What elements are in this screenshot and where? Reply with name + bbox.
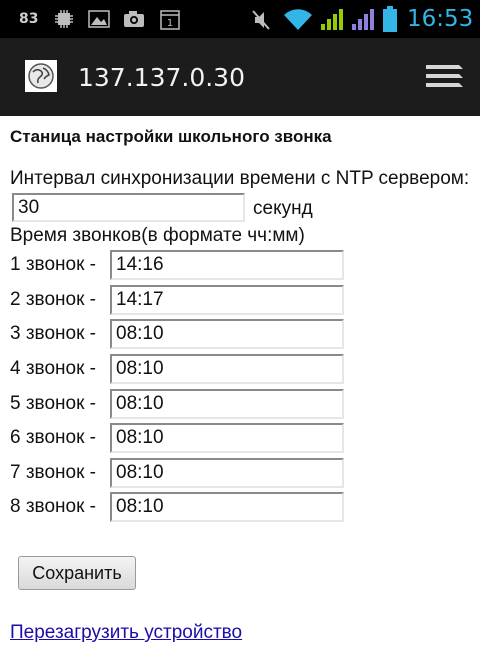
calendar-icon: 1 <box>160 10 180 30</box>
bell-row: 7 звонок - <box>10 458 350 488</box>
status-bar: 83 1 16:53 <box>0 0 480 38</box>
svg-text:1: 1 <box>167 18 173 29</box>
globe-icon <box>25 60 57 92</box>
bell-time-input[interactable] <box>110 389 344 419</box>
reboot-device-link[interactable]: Перезагрузить устройство <box>10 622 242 644</box>
bell-time-input[interactable] <box>110 319 344 349</box>
bell-row: 3 звонок - <box>10 319 350 349</box>
wifi-icon <box>284 9 312 31</box>
bell-row: 2 звонок - <box>10 285 350 315</box>
chip-icon <box>55 10 73 28</box>
menu-icon[interactable] <box>424 62 464 92</box>
bell-label: 8 звонок - <box>10 496 96 517</box>
bell-row: 5 звонок - <box>10 389 350 419</box>
bell-row: 8 звонок - <box>10 492 350 522</box>
battery-icon <box>383 6 397 32</box>
bell-label: 6 звонок - <box>10 427 96 448</box>
clock: 16:53 <box>407 6 474 32</box>
image-icon <box>88 10 110 28</box>
bell-row: 4 звонок - <box>10 354 350 384</box>
sync-interval-unit: секунд <box>253 198 313 219</box>
bell-time-input[interactable] <box>110 250 344 280</box>
bell-row: 1 звонок - <box>10 250 350 280</box>
bell-time-input[interactable] <box>110 354 344 384</box>
bell-time-input[interactable] <box>110 492 344 522</box>
url-display[interactable]: 137.137.0.30 <box>78 38 245 116</box>
sync-interval-label: Интервал синхронизации времени с NTP сер… <box>10 168 470 189</box>
bell-label: 4 звонок - <box>10 358 96 379</box>
bell-label: 3 звонок - <box>10 323 96 344</box>
page-title: Станица настройки школьного звонка <box>10 127 332 146</box>
bell-time-input[interactable] <box>110 423 344 453</box>
notification-count: 83 <box>19 11 39 27</box>
bell-label: 7 звонок - <box>10 462 96 483</box>
save-button[interactable]: Сохранить <box>18 556 136 590</box>
bell-label: 1 звонок - <box>10 254 96 275</box>
bell-label: 5 звонок - <box>10 393 96 414</box>
bell-time-input[interactable] <box>110 458 344 488</box>
sync-interval-input[interactable] <box>12 193 245 222</box>
camera-icon <box>124 11 144 27</box>
bell-row: 6 звонок - <box>10 423 350 453</box>
bell-label: 2 звонок - <box>10 289 96 310</box>
signal-icon <box>352 9 374 30</box>
bell-time-input[interactable] <box>110 285 344 315</box>
bells-time-label: Время звонков(в формате чч:мм) <box>10 225 305 246</box>
browser-title-bar: 137.137.0.30 <box>0 38 480 116</box>
mute-icon <box>252 10 270 30</box>
signal-icon <box>321 9 343 30</box>
